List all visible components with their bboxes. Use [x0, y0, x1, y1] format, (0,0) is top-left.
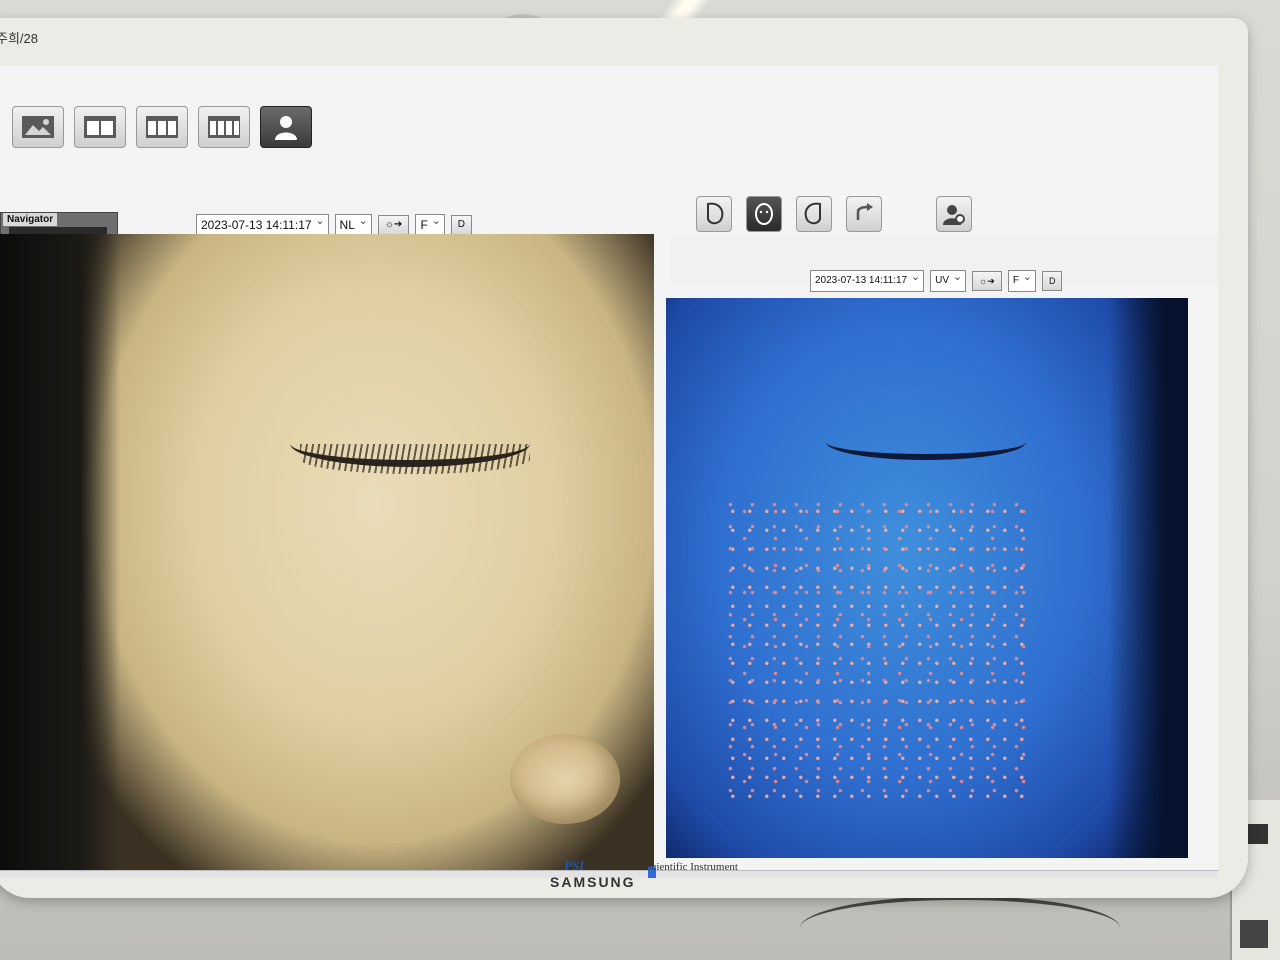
left-face-select[interactable]: F [415, 213, 445, 236]
left-image-panel[interactable] [0, 234, 654, 878]
four-view-button[interactable] [198, 106, 250, 148]
left-panel-controls: 2023-07-13 14:11:17 NL ☼➔ F D [196, 213, 473, 236]
eyelashes [300, 444, 530, 474]
closed-eye-uv [826, 424, 1026, 460]
image-shadow-uv [1108, 298, 1188, 858]
right-mode-select[interactable]: UV [930, 269, 967, 292]
app-screen: Navigator 2023-07-13 14:11:17 NL ☼➔ F D [0, 66, 1218, 878]
user-search-button[interactable] [936, 196, 972, 232]
right-datetime-select[interactable]: 2023-07-13 14:11:17 [810, 269, 925, 292]
face-left-button[interactable] [696, 196, 732, 232]
uv-porphyrin-spots [726, 498, 1026, 798]
monitor-brand: SAMSUNG [550, 874, 636, 890]
face-front-button[interactable] [746, 196, 782, 232]
face-right-button[interactable] [796, 196, 832, 232]
right-panel-controls: 2023-07-13 14:11:17 UV ☼➔ F D [810, 269, 1063, 292]
left-d-button[interactable]: D [450, 215, 473, 235]
face-right-icon [804, 202, 821, 225]
person-icon [275, 116, 297, 140]
nose [510, 734, 620, 824]
two-panel-icon [84, 116, 116, 138]
image-shadow [0, 234, 120, 878]
patient-view-button[interactable] [260, 106, 312, 148]
face-front-icon [755, 203, 773, 225]
two-view-button[interactable] [74, 106, 126, 148]
monitor: 주희/28 Navigator 2023-07-13 14:11:17 ⌄ NL… [0, 18, 1248, 898]
layout-toolbar [12, 106, 312, 148]
three-panel-icon [146, 116, 178, 138]
three-view-button[interactable] [136, 106, 188, 148]
face-left-icon [707, 202, 724, 225]
four-panel-icon [208, 116, 240, 138]
right-image-panel-uv[interactable] [666, 298, 1188, 858]
single-image-icon [22, 116, 54, 138]
left-mode-select[interactable]: NL [334, 213, 372, 236]
window-title: 주희/28 [0, 31, 38, 46]
right-light-button[interactable]: ☼➔ [972, 271, 1002, 291]
right-face-select[interactable]: F [1007, 269, 1036, 292]
device-icon-2 [1240, 920, 1268, 948]
navigator-label: Navigator [3, 213, 58, 226]
right-d-button[interactable]: D [1041, 271, 1063, 291]
rotate-icon [856, 203, 873, 220]
footer-brand: PSI Professional Scientific Instrument [564, 858, 738, 874]
left-datetime-select[interactable]: 2023-07-13 14:11:17 [196, 213, 329, 236]
cable [800, 896, 1120, 960]
footer-brand-text: Professional Scientific Instrument [588, 861, 738, 873]
psi-logo: PSI [564, 858, 585, 873]
rotate-button[interactable] [846, 196, 882, 232]
view-angle-toolbar [696, 196, 972, 232]
single-view-button[interactable] [12, 106, 64, 148]
left-light-button[interactable]: ☼➔ [377, 215, 410, 235]
user-search-icon [943, 205, 965, 225]
